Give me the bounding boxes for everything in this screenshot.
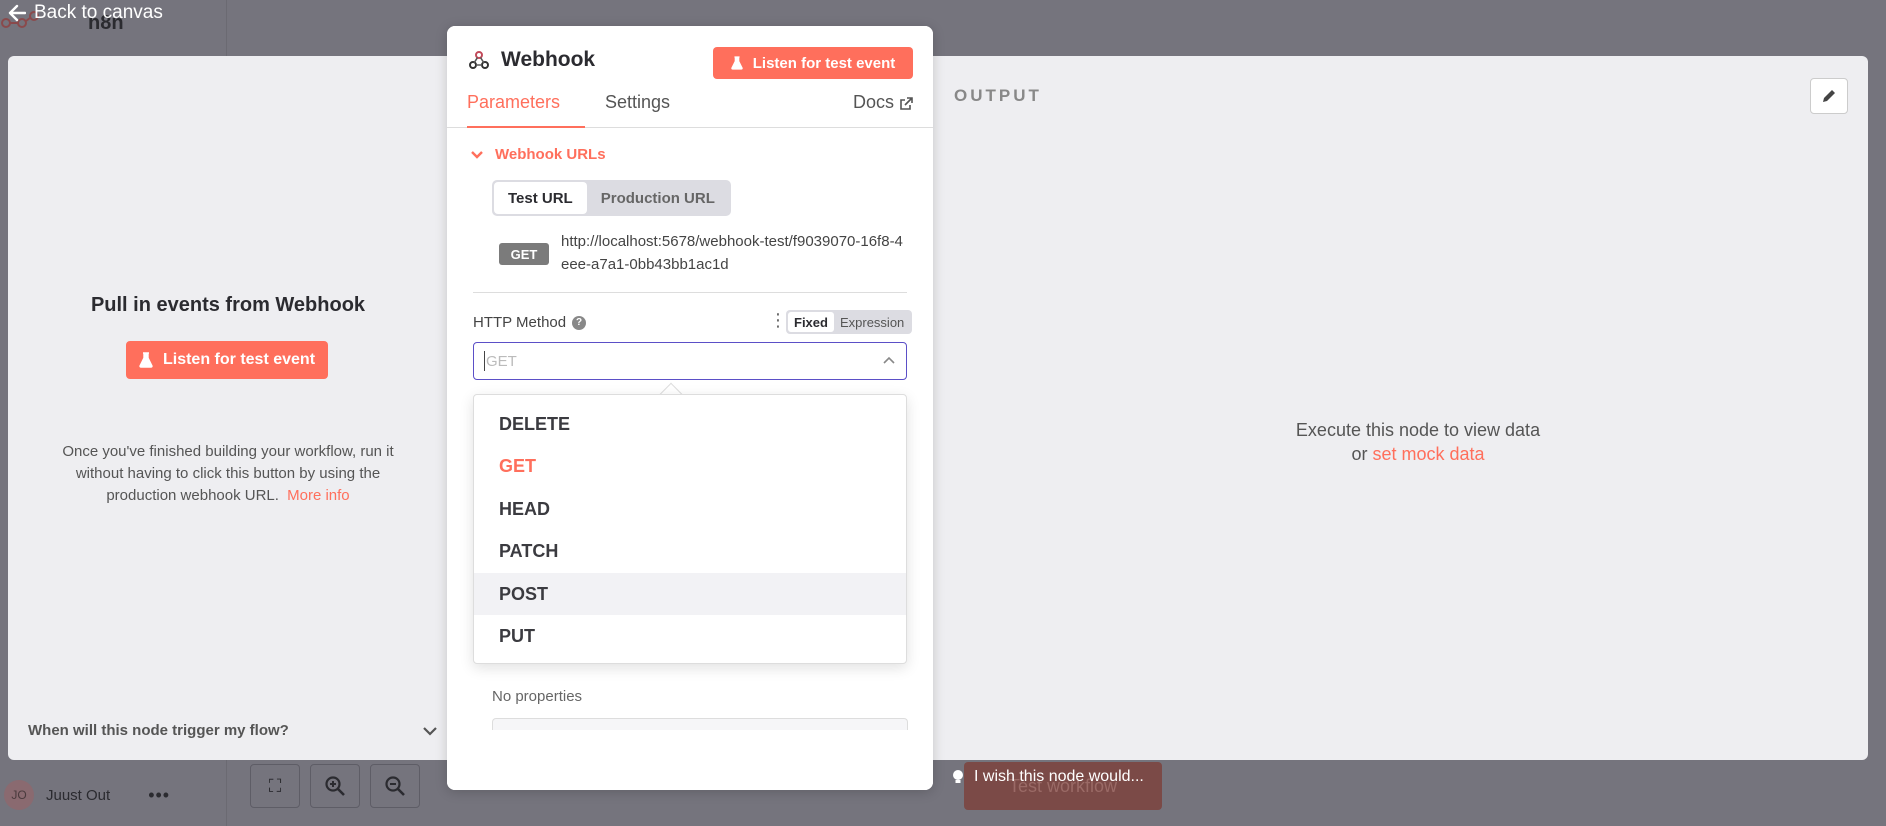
- url-type-toggle: Test URL Production URL: [492, 180, 731, 216]
- text-cursor: [484, 351, 485, 371]
- output-or-text: or: [1351, 444, 1368, 464]
- no-properties-text: No properties: [492, 688, 583, 705]
- chevron-down-icon: [471, 150, 483, 159]
- fixed-expression-toggle: Fixed Expression: [786, 310, 913, 334]
- output-empty-text: Execute this node to view data: [1295, 420, 1541, 440]
- tab-docs-label: Docs: [853, 92, 895, 112]
- output-empty-state: Execute this node to view data or set mo…: [1268, 418, 1568, 466]
- zoom-out-icon[interactable]: [370, 764, 420, 808]
- webhook-urls-toggle[interactable]: Webhook URLs: [471, 146, 606, 163]
- zoom-in-icon[interactable]: [310, 764, 360, 808]
- http-method-select[interactable]: GET: [473, 342, 907, 380]
- avatar: JO: [4, 780, 34, 810]
- trigger-faq-label: When will this node trigger my flow?: [28, 722, 289, 739]
- back-to-canvas-label: Back to canvas: [34, 2, 163, 23]
- listen-test-event-button[interactable]: Listen for test event: [126, 341, 328, 379]
- flask-icon: [139, 352, 153, 368]
- production-url-tab[interactable]: Production URL: [587, 182, 729, 214]
- fixed-option[interactable]: Fixed: [788, 312, 834, 332]
- trigger-description: Once you've finished building your workf…: [48, 441, 408, 507]
- back-to-canvas-link[interactable]: Back to canvas: [8, 2, 163, 24]
- listen-test-event-header-button[interactable]: Listen for test event: [713, 47, 913, 79]
- edit-output-button[interactable]: [1810, 78, 1848, 114]
- url-method-badge: GET: [499, 243, 549, 265]
- tab-parameters[interactable]: Parameters: [467, 92, 585, 128]
- fit-view-icon[interactable]: ⛶: [250, 764, 300, 808]
- http-method-placeholder: GET: [486, 352, 517, 370]
- field-options-icon[interactable]: ⋮: [769, 311, 787, 329]
- lightbulb-icon: [953, 770, 963, 783]
- tab-docs[interactable]: Docs: [853, 92, 913, 128]
- trigger-faq-toggle[interactable]: When will this node trigger my flow?: [28, 722, 438, 739]
- feedback-link[interactable]: I wish this node would...: [952, 768, 1144, 786]
- user-name: Juust Out: [46, 786, 111, 804]
- node-settings-panel: Webhook Listen for test event Parameters…: [447, 26, 933, 790]
- webhook-url[interactable]: http://localhost:5678/webhook-test/f9039…: [561, 230, 911, 276]
- canvas-tools: ⛶: [250, 764, 420, 808]
- output-empty-mock-line: or set mock data: [1268, 442, 1568, 466]
- listen-test-event-label: Listen for test event: [162, 351, 316, 368]
- chevron-up-icon: [883, 356, 895, 364]
- parameters-body: Webhook URLs Test URL Production URL GET…: [447, 128, 933, 790]
- add-option-bar[interactable]: [492, 718, 908, 730]
- http-method-label: HTTP Method ?: [473, 314, 587, 331]
- test-url-tab[interactable]: Test URL: [494, 182, 587, 214]
- user-menu-icon[interactable]: •••: [148, 785, 170, 806]
- webhook-icon: [469, 51, 489, 69]
- trigger-title: Pull in events from Webhook: [90, 294, 366, 316]
- input-pane: Pull in events from Webhook Listen for t…: [8, 56, 448, 760]
- http-method-label-text: HTTP Method: [473, 314, 567, 331]
- section-divider: [473, 292, 907, 293]
- option-delete[interactable]: DELETE: [474, 403, 906, 445]
- node-header: Webhook Listen for test event Parameters…: [447, 26, 933, 128]
- option-put[interactable]: PUT: [474, 615, 906, 657]
- webhook-urls-label: Webhook URLs: [495, 146, 606, 163]
- option-patch[interactable]: PATCH: [474, 530, 906, 572]
- option-head[interactable]: HEAD: [474, 488, 906, 530]
- chevron-down-icon: [423, 726, 437, 736]
- feedback-label: I wish this node would...: [974, 768, 1144, 785]
- pencil-icon: [1823, 90, 1835, 102]
- http-method-dropdown: DELETE GET HEAD PATCH POST PUT: [473, 394, 907, 664]
- expression-option[interactable]: Expression: [834, 312, 910, 332]
- external-link-icon: [900, 97, 913, 110]
- node-title-text: Webhook: [501, 48, 596, 71]
- option-get[interactable]: GET: [474, 445, 906, 487]
- node-title: Webhook: [469, 48, 595, 72]
- user-menu[interactable]: JO Juust Out •••: [4, 780, 170, 810]
- output-label: OUTPUT: [954, 86, 1042, 105]
- set-mock-data-link[interactable]: set mock data: [1372, 444, 1484, 464]
- arrow-left-icon: [8, 4, 26, 22]
- listen-test-event-header-label: Listen for test event: [752, 54, 896, 72]
- option-post[interactable]: POST: [474, 573, 906, 615]
- help-icon[interactable]: ?: [572, 315, 587, 330]
- node-tabs: Parameters Settings Docs: [447, 92, 933, 128]
- tab-settings[interactable]: Settings: [605, 92, 670, 128]
- node-details-view: Pull in events from Webhook Listen for t…: [8, 56, 1868, 760]
- flask-icon: [730, 56, 743, 70]
- more-info-link[interactable]: More info: [287, 487, 350, 504]
